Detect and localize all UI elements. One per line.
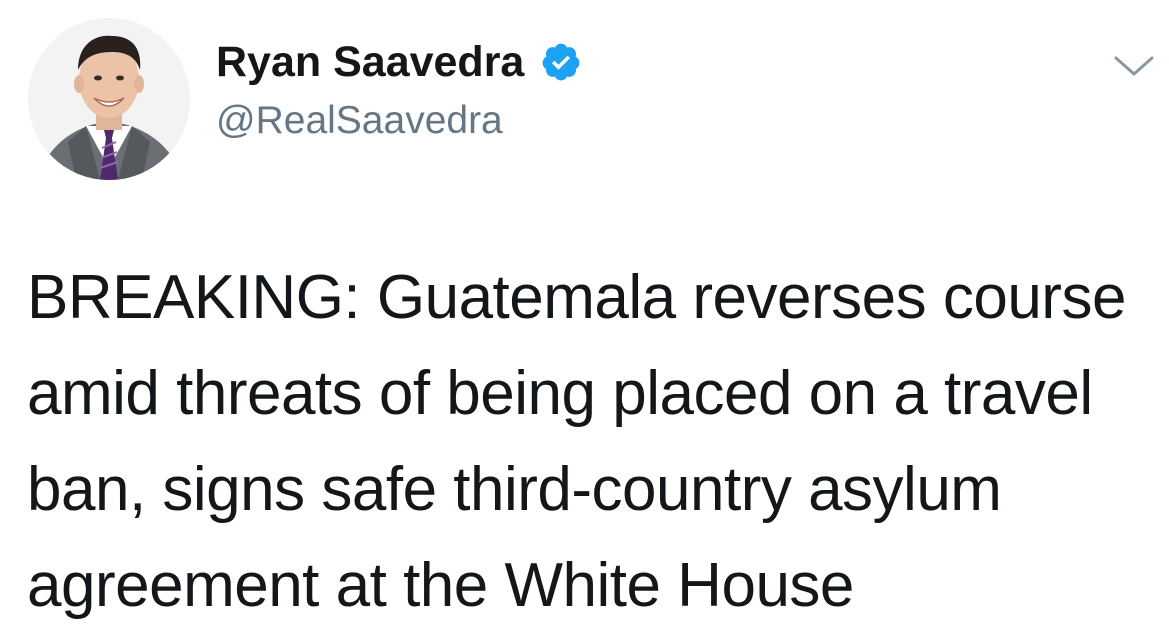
tweet-card: Ryan Saavedra @RealSaavedra BREAKING: Gu… [0,0,1169,634]
tweet-text-line: BREAKING: Guatemala reverses course [27,263,1126,332]
tweet-body: BREAKING: Guatemala reverses course amid… [27,250,1152,634]
tweet-text-line: ban, signs safe third-country asylum [27,455,1002,524]
chevron-down-icon[interactable] [1112,52,1156,80]
avatar-photo-icon [28,18,190,180]
verified-badge-icon [540,41,582,83]
tweet-text-line: amid threats of being placed on a travel [27,359,1093,428]
tweet-text-line: agreement at the White House [27,551,854,620]
author-handle[interactable]: @RealSaavedra [216,97,503,145]
author-avatar[interactable] [28,18,190,180]
author-name-row: Ryan Saavedra [216,36,582,88]
author-display-name[interactable]: Ryan Saavedra [216,36,524,88]
